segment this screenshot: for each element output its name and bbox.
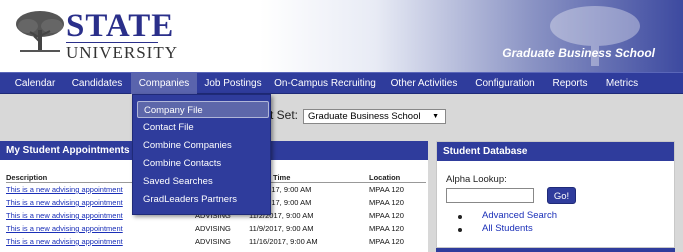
menu-item-company-file[interactable]: Company File xyxy=(137,101,269,118)
companies-dropdown-menu: Company File Contact File Combine Compan… xyxy=(132,94,271,215)
appointment-link[interactable]: This is a new advising appointment xyxy=(6,197,123,209)
appointment-location: MPAA 120 xyxy=(369,185,404,194)
appointment-location: MPAA 120 xyxy=(369,224,404,233)
appointment-link[interactable]: This is a new advising appointment xyxy=(6,223,123,235)
col-description-header: Description xyxy=(6,173,48,182)
appointment-link[interactable]: This is a new advising appointment xyxy=(6,184,123,196)
nav-on-campus-recruiting[interactable]: On-Campus Recruiting xyxy=(270,73,380,94)
table-row: This is a new advising appointment ADVIS… xyxy=(0,236,428,248)
appointment-type: ADVISING xyxy=(195,224,231,233)
menu-item-combine-contacts[interactable]: Combine Contacts xyxy=(137,155,269,172)
nav-candidates[interactable]: Candidates xyxy=(66,73,128,94)
tree-logo-icon xyxy=(16,11,64,52)
next-panel-header xyxy=(436,248,675,252)
appointment-type: ADVISING xyxy=(195,237,231,246)
col-location-header: Location xyxy=(369,173,401,182)
col-time-header: Time xyxy=(273,173,291,182)
workset-select[interactable]: Graduate Business School ▼ xyxy=(303,109,446,124)
nav-configuration[interactable]: Configuration xyxy=(468,73,542,94)
alpha-lookup-label: Alpha Lookup: xyxy=(446,174,507,185)
appointment-time: 11/9/2017, 9:00 AM xyxy=(249,224,314,233)
appointment-location: MPAA 120 xyxy=(369,237,404,246)
workset-label: t Set: xyxy=(270,108,299,122)
appointment-time: 11/16/2017, 9:00 AM xyxy=(249,237,318,246)
bullet-icon xyxy=(458,228,462,232)
table-row: This is a new advising appointment ADVIS… xyxy=(0,223,428,235)
logo-state-text: STATE xyxy=(66,8,175,44)
school-title: Graduate Business School xyxy=(502,46,655,60)
nav-companies[interactable]: Companies xyxy=(131,73,197,94)
nav-metrics[interactable]: Metrics xyxy=(598,73,646,94)
appointment-link[interactable]: This is a new advising appointment xyxy=(6,236,123,248)
menu-item-combine-companies[interactable]: Combine Companies xyxy=(137,137,269,154)
dropdown-arrow-icon: ▼ xyxy=(432,113,439,120)
nav-calendar[interactable]: Calendar xyxy=(6,73,64,94)
main-nav: Calendar Candidates Companies Job Postin… xyxy=(0,72,683,94)
appointment-location: MPAA 120 xyxy=(369,198,404,207)
menu-item-saved-searches[interactable]: Saved Searches xyxy=(137,173,269,190)
workset-selected-value: Graduate Business School xyxy=(308,111,421,122)
nav-job-postings[interactable]: Job Postings xyxy=(199,73,267,94)
page-header: STATE UNIVERSITY Graduate Business Schoo… xyxy=(0,0,683,72)
nav-other-activities[interactable]: Other Activities xyxy=(384,73,464,94)
all-students-link[interactable]: All Students xyxy=(482,223,533,234)
menu-item-gradleaders-partners[interactable]: GradLeaders Partners xyxy=(137,191,269,208)
logo-university-text: UNIVERSITY xyxy=(66,43,178,62)
alpha-lookup-input[interactable] xyxy=(446,188,534,203)
menu-item-contact-file[interactable]: Contact File xyxy=(137,119,269,136)
nav-reports[interactable]: Reports xyxy=(546,73,594,94)
student-database-panel: Student Database Alpha Lookup: Go! Advan… xyxy=(436,141,675,248)
student-database-title: Student Database xyxy=(437,142,674,161)
go-button[interactable]: Go! xyxy=(547,187,576,204)
bullet-icon xyxy=(458,215,462,219)
advanced-search-link[interactable]: Advanced Search xyxy=(482,210,557,221)
appointment-location: MPAA 120 xyxy=(369,211,404,220)
appointment-link[interactable]: This is a new advising appointment xyxy=(6,210,123,222)
